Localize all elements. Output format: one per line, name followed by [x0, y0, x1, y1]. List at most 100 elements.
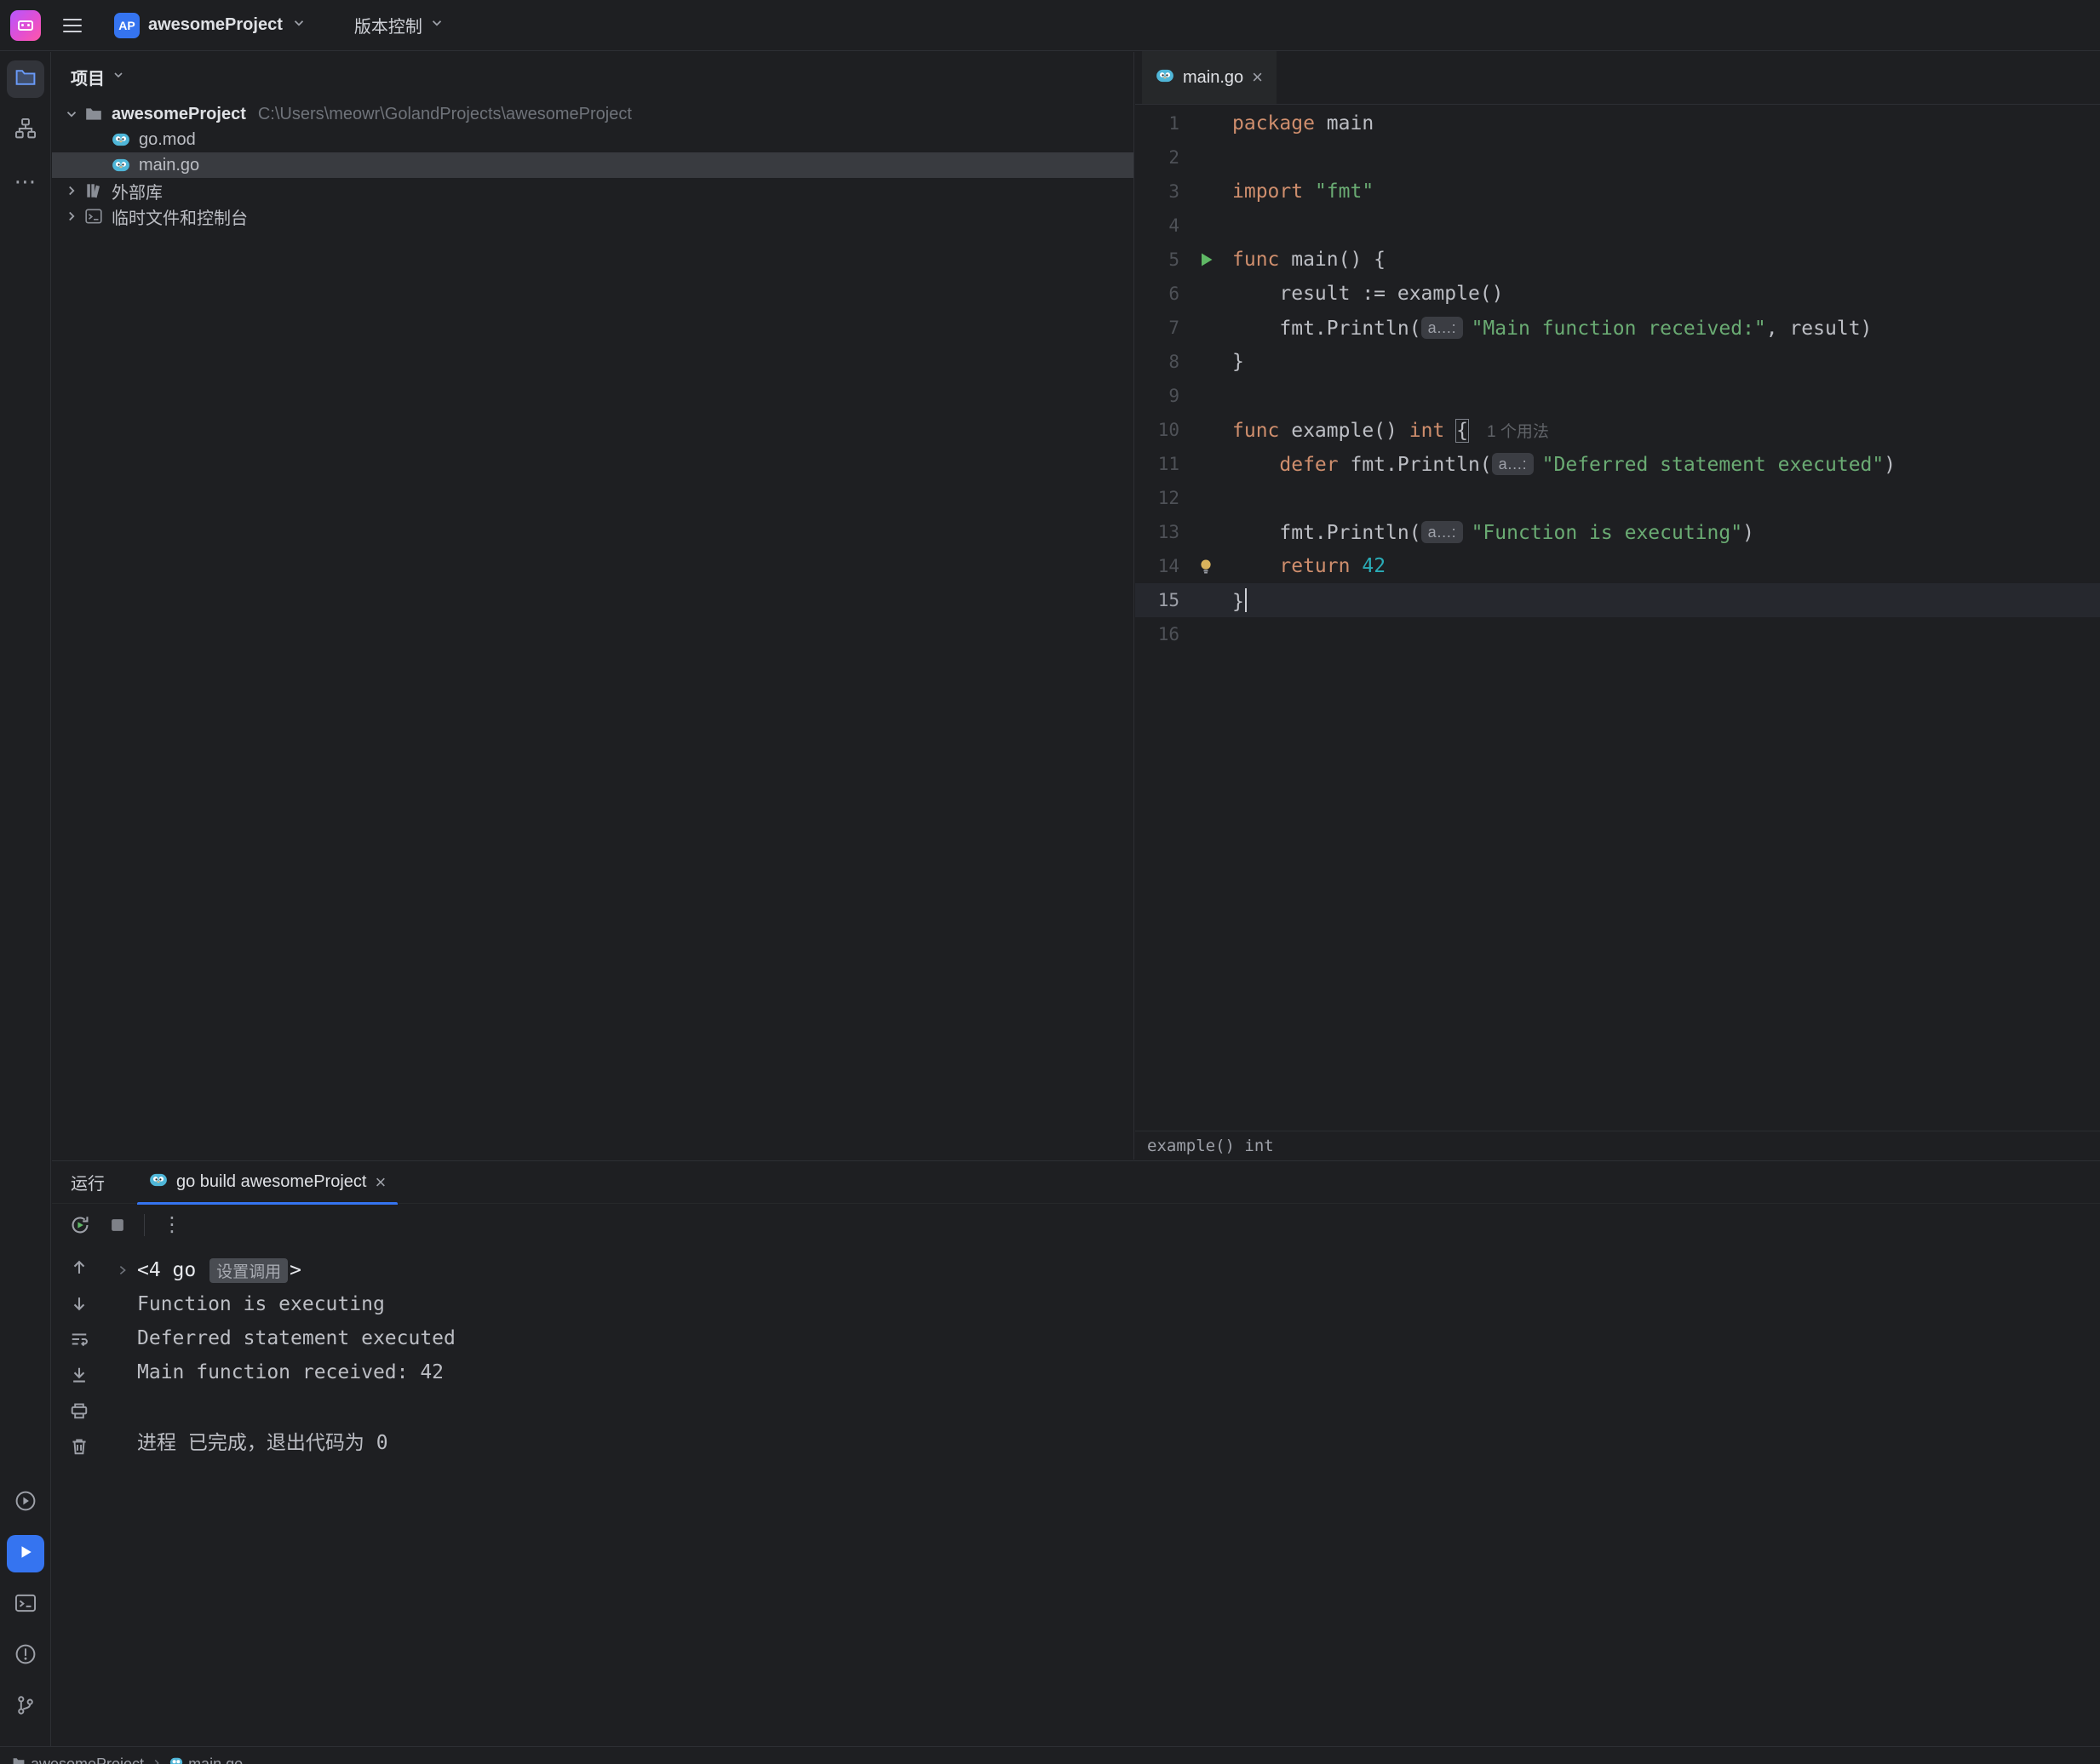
folder-icon [83, 105, 105, 123]
code-token: } [1232, 351, 1244, 373]
usages-inlay-hint[interactable]: 1 个用法 [1487, 423, 1549, 441]
down-stacktrace-icon[interactable] [68, 1292, 90, 1314]
go-icon [110, 156, 132, 175]
code-text: defer fmt.Println(a…: "Deferred statement… [1232, 453, 1896, 476]
code-line-5[interactable]: 5func main() { [1135, 243, 2100, 277]
tool-strip-bottom [0, 1475, 51, 1739]
console-line-4: Main function received: 42 [117, 1355, 2100, 1389]
code-line-9[interactable]: 9 [1135, 379, 2100, 413]
code-token: 42 [1362, 555, 1386, 577]
code-line-2[interactable]: 2 [1135, 140, 2100, 175]
code-token: "Deferred statement executed" [1542, 454, 1885, 476]
line-number: 3 [1135, 181, 1179, 202]
stop-button[interactable] [108, 1216, 127, 1234]
code-token: } [1232, 591, 1244, 613]
project-avatar: AP [114, 13, 140, 38]
services-tool-window-button[interactable] [7, 1484, 44, 1521]
run-panel-title: 运行 [71, 1170, 105, 1194]
up-stacktrace-icon[interactable] [68, 1257, 90, 1279]
goland-logo-icon [10, 10, 41, 41]
code-line-1[interactable]: 1package main [1135, 106, 2100, 140]
run-tab-go-build[interactable]: go build awesomeProject × [137, 1161, 398, 1204]
param-hint-chip[interactable]: a…: [1492, 453, 1534, 475]
close-icon[interactable]: × [375, 1173, 386, 1192]
console-line-5 [117, 1389, 2100, 1423]
code-line-12[interactable]: 12 [1135, 481, 2100, 515]
fold-chevron-icon[interactable] [117, 1264, 137, 1276]
code-text: result := example() [1232, 283, 1504, 305]
more-icon: ⋯ [14, 173, 37, 190]
code-token: func [1232, 420, 1279, 442]
code-token: defer [1279, 454, 1338, 476]
breadcrumb-project[interactable]: awesomeProject [12, 1755, 144, 1764]
terminal-tool-window-button[interactable] [7, 1586, 44, 1624]
code-token: result := example() [1232, 283, 1504, 305]
console-text: Function is executing [137, 1293, 385, 1315]
problems-tool-window-button[interactable] [7, 1637, 44, 1675]
project-panel: 项目 awesomeProjectC:\Users\meowr\GolandPr… [52, 52, 1134, 1160]
line-number: 7 [1135, 318, 1179, 338]
hamburger-menu-icon[interactable] [63, 19, 82, 32]
code-token: ) [1884, 454, 1896, 476]
tree-item-3[interactable]: main.go [52, 152, 1133, 178]
chevron-down-icon[interactable] [60, 106, 83, 122]
tree-item-label: 临时文件和控制台 [112, 204, 248, 229]
close-icon[interactable]: × [1252, 68, 1263, 87]
code-line-14[interactable]: 14 return 42 [1135, 549, 2100, 583]
chevron-right-icon[interactable] [60, 209, 83, 224]
param-hint-chip[interactable]: a…: [1421, 317, 1463, 339]
tree-item-1[interactable]: awesomeProjectC:\Users\meowr\GolandProje… [52, 101, 1133, 127]
code-text: import "fmt" [1232, 180, 1374, 203]
project-tree: awesomeProjectC:\Users\meowr\GolandProje… [52, 101, 1133, 229]
code-line-7[interactable]: 7 fmt.Println(a…:"Main function received… [1135, 311, 2100, 345]
run-panel-header: 运行 go build awesomeProject × [52, 1161, 2100, 1204]
project-panel-header[interactable]: 项目 [52, 52, 1133, 101]
code-line-6[interactable]: 6 result := example() [1135, 277, 2100, 311]
code-line-11[interactable]: 11 defer fmt.Println(a…:"Deferred statem… [1135, 447, 2100, 481]
line-number: 14 [1135, 556, 1179, 576]
command-chip[interactable]: 设置调用 [209, 1258, 288, 1283]
kebab-menu-icon[interactable]: ⋮ [162, 1215, 182, 1235]
tree-item-2[interactable]: go.mod [52, 127, 1133, 152]
code-text: func main() { [1232, 249, 1386, 271]
structure-tool-window-button[interactable] [7, 112, 44, 149]
code-line-15[interactable]: 15} [1135, 583, 2100, 617]
code-line-4[interactable]: 4 [1135, 209, 2100, 243]
rerun-button[interactable] [69, 1214, 91, 1236]
code-line-8[interactable]: 8} [1135, 345, 2100, 379]
editor-context-bar: example() int [1135, 1131, 2100, 1160]
run-panel: 运行 go build awesomeProject × ⋮ [52, 1160, 2100, 1746]
param-hint-chip[interactable]: a…: [1421, 521, 1463, 543]
code-token [1444, 420, 1456, 442]
run-gutter-icon[interactable] [1179, 251, 1232, 268]
scroll-to-end-icon[interactable] [68, 1364, 90, 1386]
code-token: func [1232, 249, 1279, 271]
breadcrumb-file[interactable]: main.go [169, 1755, 243, 1764]
soft-wrap-icon[interactable] [68, 1328, 90, 1350]
vcs-widget[interactable]: 版本控制 [354, 13, 445, 37]
chevron-right-icon[interactable] [60, 183, 83, 198]
clear-console-trash-icon[interactable] [68, 1435, 90, 1458]
line-number: 15 [1135, 590, 1179, 610]
version-control-tool-window-button[interactable] [7, 1688, 44, 1726]
code-editor[interactable]: 1package main2 3 import "fmt" 45func main()… [1135, 105, 2100, 1131]
editor-tab-maingo[interactable]: main.go × [1142, 51, 1277, 104]
code-token [1350, 555, 1362, 577]
project-tool-window-button[interactable] [7, 60, 44, 98]
console-text: <4 go [137, 1259, 208, 1281]
code-line-13[interactable]: 13 fmt.Println(a…:"Function is executing… [1135, 515, 2100, 549]
code-token: fmt.Println( [1339, 454, 1492, 476]
code-line-16[interactable]: 16 [1135, 617, 2100, 651]
print-icon[interactable] [68, 1400, 90, 1422]
tree-item-4[interactable]: 外部库 [52, 178, 1133, 203]
line-number: 13 [1135, 522, 1179, 542]
more-tool-windows-button[interactable]: ⋯ [7, 163, 44, 200]
bulb-gutter-icon[interactable] [1179, 558, 1232, 575]
code-line-3[interactable]: 3 import "fmt" [1135, 175, 2100, 209]
code-line-10[interactable]: 10func example() int {1 个用法 [1135, 413, 2100, 447]
go-file-icon [169, 1755, 183, 1764]
project-switcher[interactable]: AP awesomeProject [114, 13, 307, 38]
tree-item-5[interactable]: 临时文件和控制台 [52, 203, 1133, 229]
project-panel-title: 项目 [71, 65, 105, 89]
run-tool-window-button[interactable] [7, 1535, 44, 1572]
